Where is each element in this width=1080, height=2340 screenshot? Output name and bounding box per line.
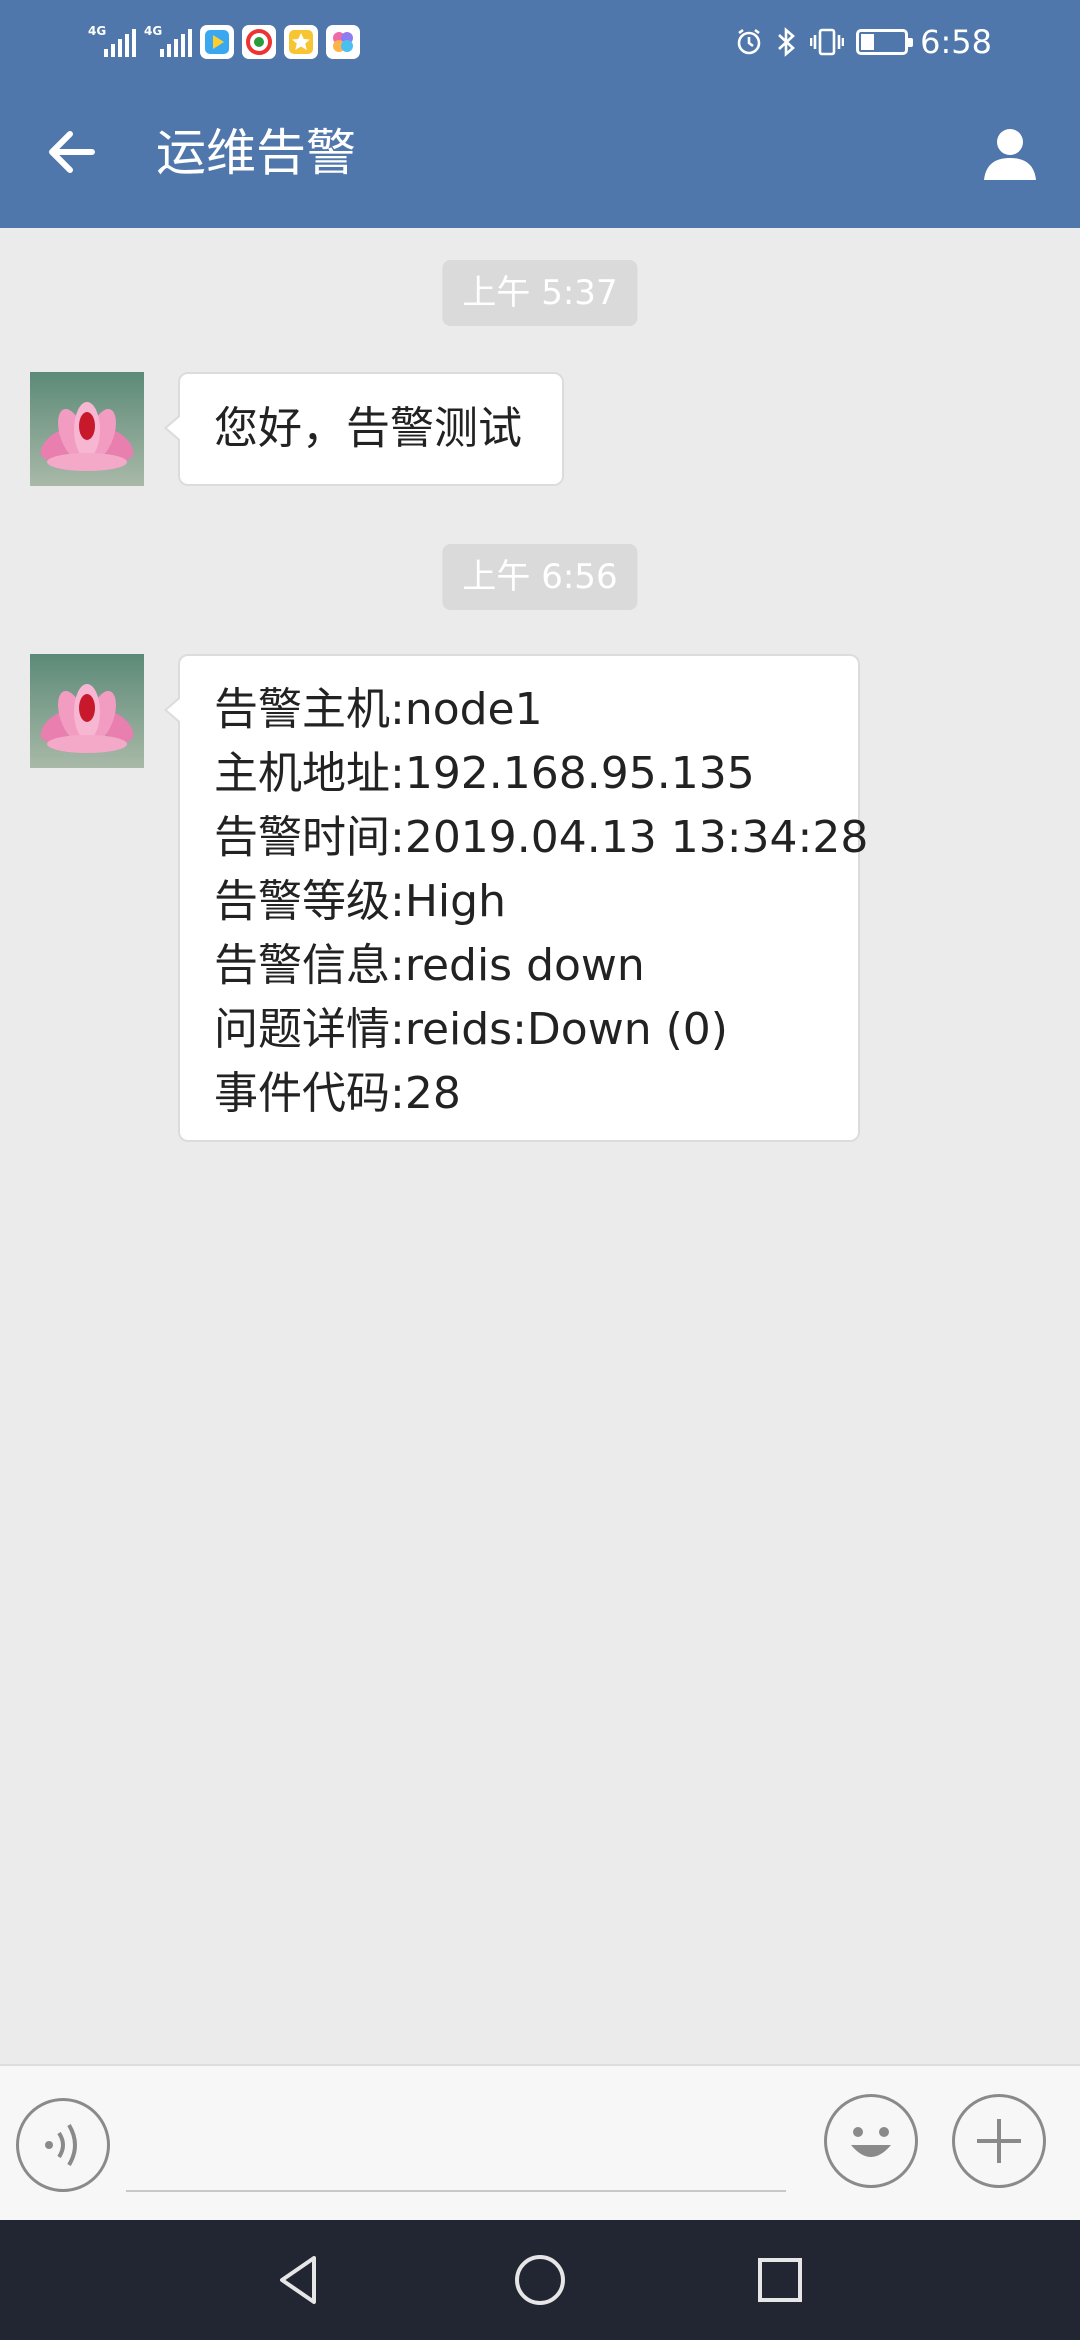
- battery-icon: [856, 29, 914, 55]
- message-line: 告警信息:redis down: [214, 940, 645, 991]
- input-bar: [0, 2064, 1080, 2220]
- contact-info-button[interactable]: [978, 122, 1042, 186]
- avatar[interactable]: [30, 372, 144, 486]
- more-button[interactable]: [952, 2094, 1046, 2188]
- status-bar: 4G 4G 6:58: [0, 0, 1080, 82]
- plus-icon: [977, 2119, 1021, 2163]
- nav-home-icon: [515, 2255, 565, 2305]
- message-bubble[interactable]: 告警主机:node1 主机地址:192.168.95.135 告警时间:2019…: [164, 654, 869, 1142]
- nav-recents-button[interactable]: [748, 2248, 812, 2312]
- voice-button[interactable]: [16, 2098, 110, 2192]
- app-bar: 运维告警: [0, 82, 1080, 228]
- status-right: 6:58: [734, 20, 992, 64]
- emoji-button[interactable]: [824, 2094, 918, 2188]
- message-bubble[interactable]: 您好，告警测试: [164, 372, 564, 486]
- avatar[interactable]: [30, 654, 144, 768]
- message-line: 告警时间:2019.04.13 13:34:28: [214, 812, 869, 863]
- nav-back-button[interactable]: [268, 2248, 332, 2312]
- message-line: 告警等级:High: [214, 876, 506, 927]
- star-app-icon: [284, 25, 318, 59]
- chat-area[interactable]: 上午 5:37 您好，告警测试 上午 6:56 告警主机:node1 主机地址:…: [0, 228, 1080, 2064]
- message-line: 主机地址:192.168.95.135: [214, 748, 755, 799]
- message-input[interactable]: [126, 2102, 786, 2192]
- photos-app-icon: [326, 25, 360, 59]
- nav-recents-icon: [758, 2258, 802, 2302]
- signal-icon: 4G: [88, 25, 136, 57]
- status-time: 6:58: [920, 23, 992, 61]
- voice-icon: [45, 2123, 77, 2167]
- nav-home-button[interactable]: [508, 2248, 572, 2312]
- back-button[interactable]: [40, 120, 104, 184]
- status-left: 4G 4G: [88, 20, 360, 64]
- message-line: 告警主机:node1: [214, 684, 543, 735]
- alarm-icon: [737, 28, 761, 55]
- video-app-icon: [200, 25, 234, 59]
- arrow-left-icon: [49, 131, 95, 173]
- message-line: 事件代码:28: [214, 1068, 461, 1119]
- browser-app-icon: [242, 25, 276, 59]
- vibrate-icon: [810, 28, 845, 56]
- message-line: 问题详情:reids:Down (0): [214, 1004, 728, 1055]
- signal-icon: 4G: [144, 25, 192, 57]
- bluetooth-icon: [778, 27, 796, 57]
- timestamp: 上午 6:56: [442, 544, 638, 610]
- nav-back-icon: [280, 2256, 316, 2304]
- person-icon: [984, 129, 1036, 180]
- system-nav-bar: [0, 2220, 1080, 2340]
- timestamp: 上午 5:37: [442, 260, 638, 326]
- message-text: 您好，告警测试: [214, 403, 522, 454]
- emoji-icon: [851, 2127, 891, 2157]
- page-title: 运维告警: [156, 124, 356, 182]
